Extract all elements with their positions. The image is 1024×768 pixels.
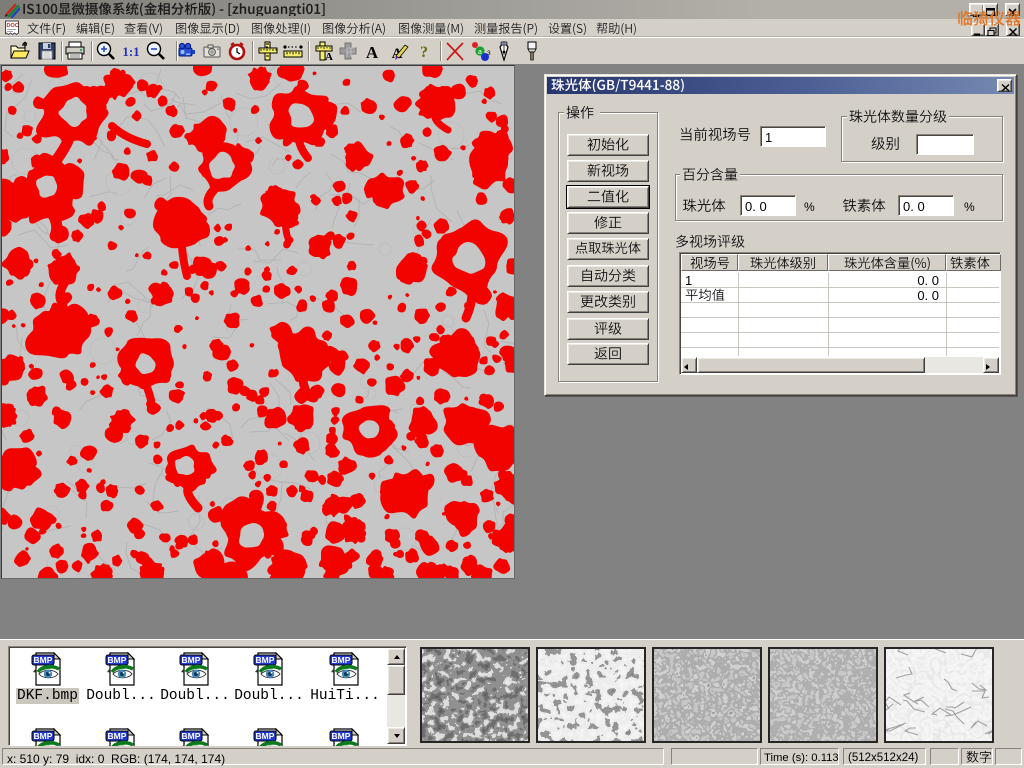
svg-text:BMP: BMP <box>256 655 275 665</box>
svg-text:A: A <box>366 43 379 62</box>
svg-text:a: a <box>478 49 482 56</box>
svg-text:DOC: DOC <box>7 23 19 29</box>
svg-text:A: A <box>325 51 333 62</box>
svg-text:BMP: BMP <box>108 655 127 665</box>
svg-text:BMP: BMP <box>332 655 351 665</box>
svg-text:BMP: BMP <box>34 655 53 665</box>
svg-text:?: ? <box>420 44 428 61</box>
svg-text:3: 3 <box>487 50 491 57</box>
svg-text:1:1: 1:1 <box>122 44 139 59</box>
svg-text:BMP: BMP <box>182 655 201 665</box>
